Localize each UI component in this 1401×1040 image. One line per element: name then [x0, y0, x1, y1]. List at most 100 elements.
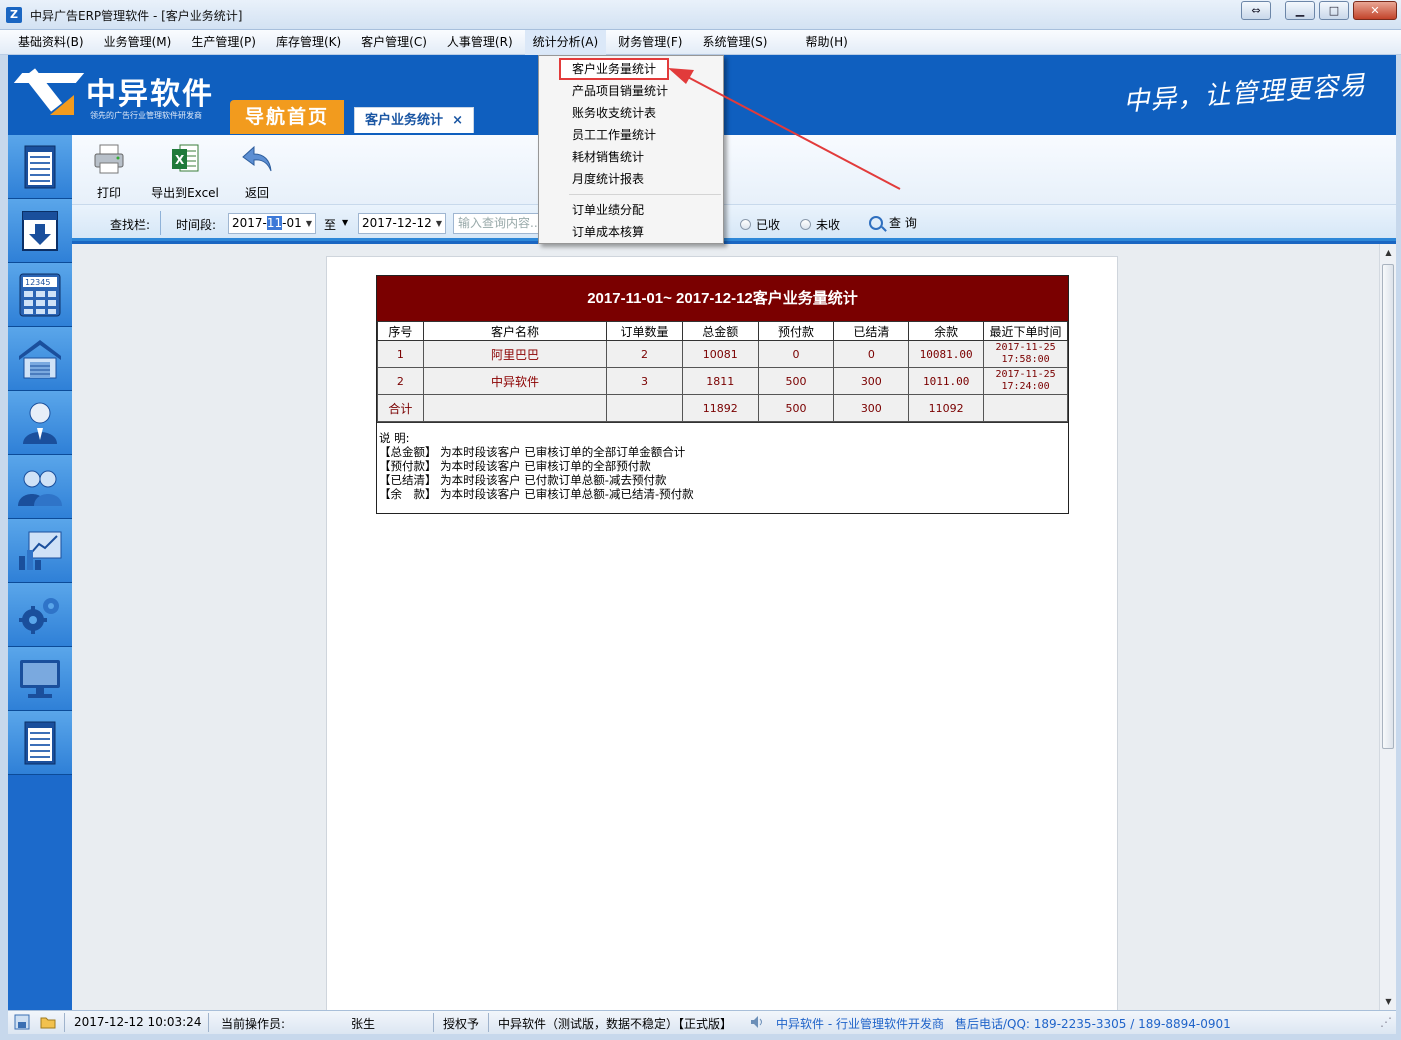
logo-subtitle: 领先的广告行业管理软件研发商: [90, 111, 202, 120]
note-line: 【余 款】 为本时段该客户 已审核订单总额-减已结清-预付款: [379, 487, 694, 501]
annotation-arrow-icon: [668, 68, 901, 190]
close-button[interactable]: ✕: [1353, 1, 1397, 20]
chevron-down-icon[interactable]: ▼: [436, 214, 442, 233]
to-label: 至: [324, 218, 337, 232]
sidebar-item-monitor[interactable]: [8, 647, 72, 711]
note-line: 【已结清】 为本时段该客户 已付款订单总额-减去预付款: [379, 473, 667, 487]
notes-icon: [24, 721, 56, 764]
search-bar: 查找栏: 时间段: 2017-11-01 ▼ 至 ▼ 2017-12-12 ▼ …: [72, 205, 1396, 241]
report-viewer: 2017-11-01~ 2017-12-12客户业务量统计 序号 客户名称 订单…: [72, 244, 1379, 1010]
cell-settled: 0: [833, 340, 910, 368]
note-line: 【总金额】 为本时段该客户 已审核订单的全部订单金额合计: [379, 445, 686, 459]
table-row: 2 中异软件 3 1811 500 300 1011.00 2017-11-25…: [377, 367, 1068, 395]
gears-icon: [19, 597, 59, 634]
col-header: 总金额: [681, 321, 759, 341]
status-operator: 张生: [351, 1017, 376, 1031]
sidebar-item-documents[interactable]: [8, 135, 72, 199]
cell-prepaid: 500: [757, 367, 835, 395]
radio-received[interactable]: 已收: [740, 216, 780, 233]
scroll-up-icon[interactable]: ▲: [1380, 244, 1397, 261]
menu-production[interactable]: 生产管理(P): [183, 30, 264, 55]
warehouse-icon: [19, 339, 61, 378]
menu-hr[interactable]: 人事管理(R): [439, 30, 521, 55]
col-header: 客户名称: [422, 321, 608, 341]
export-excel-button[interactable]: X 导出到Excel: [150, 143, 220, 201]
sidebar-item-staff[interactable]: [8, 391, 72, 455]
export-excel-label: 导出到Excel: [151, 186, 219, 200]
report-notes: 说 明: 【总金额】 为本时段该客户 已审核订单的全部订单金额合计 【预付款】 …: [377, 422, 1068, 513]
status-bar: 2017-12-12 10:03:24 当前操作员: 张生 授权予 中异软件（测…: [8, 1010, 1396, 1034]
menu-statistics[interactable]: 统计分析(A): [524, 29, 607, 55]
scroll-thumb[interactable]: [1382, 264, 1394, 749]
restore-button[interactable]: ⇔: [1241, 1, 1271, 20]
cell-customer: 阿里巴巴: [422, 340, 608, 368]
cell-total-label: 合计: [377, 394, 424, 422]
menu-system[interactable]: 系统管理(S): [694, 30, 775, 55]
radio-dot: [740, 219, 751, 230]
cell-date: 2017-11-25: [995, 369, 1056, 380]
cell-total: 10081: [681, 340, 759, 368]
status-support: 售后电话/QQ: 189-2235-3305 / 189-8894-0901: [955, 1017, 1231, 1031]
status-operator-label: 当前操作员:: [221, 1017, 286, 1031]
download-icon: [22, 210, 58, 251]
back-button[interactable]: 返回: [240, 143, 274, 201]
folder-icon[interactable]: [40, 1014, 56, 1030]
menu-help[interactable]: 帮助(H): [797, 30, 855, 55]
chevron-down-icon[interactable]: ▼: [306, 214, 312, 233]
menu-finance[interactable]: 财务管理(F): [610, 30, 690, 55]
sidebar-item-settings[interactable]: [8, 583, 72, 647]
menu-item-customer-business[interactable]: 客户业务量统计: [559, 58, 669, 80]
status-separator: [64, 1013, 65, 1032]
minimize-button[interactable]: ▁: [1285, 1, 1315, 20]
tab-customer-statistics[interactable]: 客户业务统计 ×: [354, 107, 474, 133]
vertical-scrollbar[interactable]: ▲ ▼: [1379, 244, 1396, 1010]
date-from-picker[interactable]: 2017-11-01 ▼: [228, 213, 316, 234]
cell-orders: [606, 394, 683, 422]
menu-item-order-cost[interactable]: 订单成本核算: [539, 221, 723, 243]
sidebar-item-calculator[interactable]: 12345: [8, 263, 72, 327]
date-to-picker[interactable]: 2017-12-12 ▼: [358, 213, 446, 234]
nav-home-tab[interactable]: 导航首页: [230, 100, 344, 134]
menu-inventory[interactable]: 库存管理(K): [268, 30, 349, 55]
tab-close-icon[interactable]: ×: [452, 108, 463, 134]
menu-item-order-performance[interactable]: 订单业绩分配: [539, 199, 723, 221]
col-header: 余款: [908, 321, 985, 341]
cell-orders: 3: [606, 367, 683, 395]
date-to-value: 2017-12-12: [362, 216, 432, 230]
sidebar-item-reports[interactable]: [8, 519, 72, 583]
note-line: 【预付款】 为本时段该客户 已审核订单的全部预付款: [379, 459, 651, 473]
cell-prepaid: 500: [757, 394, 835, 422]
keyword-input[interactable]: 输入查询内容...: [453, 213, 539, 234]
resize-grip-icon[interactable]: ⋰: [1380, 1015, 1392, 1029]
report-page: 2017-11-01~ 2017-12-12客户业务量统计 序号 客户名称 订单…: [326, 256, 1118, 1010]
maximize-button[interactable]: □: [1319, 1, 1349, 20]
query-button[interactable]: 查 询: [869, 214, 917, 231]
menu-business[interactable]: 业务管理(M): [96, 30, 180, 55]
svg-text:X: X: [175, 153, 185, 167]
report-table: 序号 客户名称 订单数量 总金额 预付款 已结清 余款 最近下单时间 1 阿里巴…: [377, 321, 1068, 422]
table-total-row: 合计 11892 500 300 11092: [377, 394, 1068, 422]
sidebar: 12345: [8, 135, 72, 1010]
cell-total: 11892: [681, 394, 759, 422]
print-button[interactable]: 打印: [92, 143, 126, 201]
sidebar-item-customers[interactable]: [8, 455, 72, 519]
status-license-label: 授权予: [443, 1017, 480, 1031]
table-row: 1 阿里巴巴 2 10081 0 0 10081.00 2017-11-25 17…: [377, 340, 1068, 368]
menu-basic-data[interactable]: 基础资料(B): [10, 30, 92, 55]
menu-customer[interactable]: 客户管理(C): [353, 30, 435, 55]
monitor-icon: [20, 659, 60, 698]
status-separator: [488, 1013, 489, 1032]
sidebar-item-import[interactable]: [8, 199, 72, 263]
cell-last-order: [983, 394, 1068, 422]
sidebar-item-notes[interactable]: [8, 711, 72, 775]
scroll-down-icon[interactable]: ▼: [1380, 993, 1397, 1010]
to-chevron-down-icon[interactable]: ▼: [342, 218, 348, 227]
save-icon[interactable]: [14, 1014, 30, 1030]
cell-time: 17:24:00: [1001, 381, 1050, 392]
radio-unreceived[interactable]: 未收: [800, 216, 840, 233]
cell-last-order: 2017-11-25 17:58:00: [983, 340, 1068, 368]
app-icon: Z: [6, 7, 22, 23]
cell-date: 2017-11-25: [995, 342, 1056, 353]
logo-icon: [13, 68, 85, 119]
sidebar-item-warehouse[interactable]: [8, 327, 72, 391]
